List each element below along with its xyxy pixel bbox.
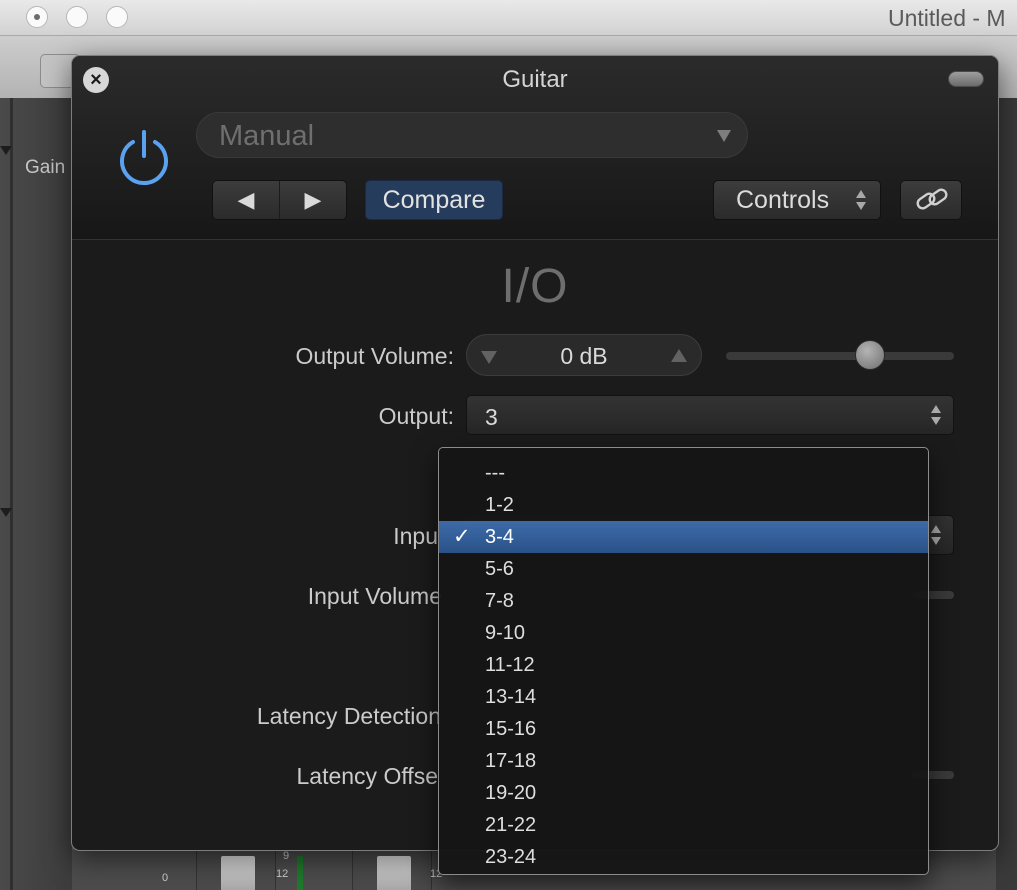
host-minimize-icon[interactable] bbox=[66, 6, 88, 28]
minimize-button[interactable] bbox=[948, 71, 984, 87]
menu-item-label: 11-12 bbox=[485, 654, 535, 676]
link-button[interactable] bbox=[900, 180, 962, 220]
menu-item[interactable]: 5-6 bbox=[439, 553, 928, 585]
updown-arrows-icon bbox=[931, 524, 941, 546]
menu-item-label: 17-18 bbox=[485, 750, 537, 772]
link-icon bbox=[916, 188, 948, 210]
updown-arrows-icon bbox=[931, 404, 941, 426]
host-channel-strip bbox=[196, 850, 303, 890]
menu-item-label: 1-2 bbox=[485, 494, 514, 516]
menu-item[interactable]: 21-22 bbox=[439, 809, 928, 841]
menu-item[interactable]: ✓ 3-4 bbox=[439, 521, 928, 553]
input-volume-label: Input Volume bbox=[307, 583, 442, 609]
menu-item-label: 3-4 bbox=[485, 526, 514, 548]
preset-value: Manual bbox=[219, 120, 315, 152]
host-gain-label: Gain bbox=[25, 157, 66, 178]
host-meter-scale: 0 bbox=[162, 872, 169, 884]
section-title: I/O bbox=[501, 260, 569, 313]
preset-nav: ◀ ▶ bbox=[212, 180, 347, 220]
preset-menu[interactable]: Manual bbox=[196, 112, 748, 158]
power-icon[interactable] bbox=[114, 126, 174, 186]
menu-item[interactable]: 13-14 bbox=[439, 681, 928, 713]
output-volume-slider-knob[interactable] bbox=[854, 340, 885, 370]
host-window-title: Untitled - M bbox=[888, 5, 1006, 31]
latency-offset-label: Latency Offse bbox=[296, 763, 439, 789]
host-disclosure-icon[interactable] bbox=[0, 146, 12, 155]
output-value: 3 bbox=[485, 404, 498, 430]
chevron-down-icon bbox=[717, 130, 731, 142]
host-left-panel bbox=[0, 98, 72, 890]
menu-item-label: 21-22 bbox=[485, 814, 537, 836]
menu-item-label: 9-10 bbox=[485, 622, 526, 644]
compare-button[interactable]: Compare bbox=[365, 180, 503, 220]
updown-arrows-icon bbox=[856, 189, 866, 211]
output-volume-value: 0 dB bbox=[560, 343, 608, 369]
menu-item-label: 23-24 bbox=[485, 846, 537, 868]
menu-item[interactable]: 17-18 bbox=[439, 745, 928, 777]
host-divider bbox=[10, 98, 13, 890]
host-zoom-icon[interactable] bbox=[106, 6, 128, 28]
checkmark-icon: ✓ bbox=[453, 525, 471, 548]
output-volume-label: Output Volume: bbox=[295, 343, 454, 369]
controls-label: Controls bbox=[736, 186, 830, 214]
host-channel-strip bbox=[352, 850, 432, 890]
menu-item-label: 7-8 bbox=[485, 590, 514, 612]
host-fader-cap[interactable] bbox=[377, 856, 411, 890]
controls-view-menu[interactable]: Controls bbox=[713, 180, 881, 220]
menu-item[interactable]: 23-24 bbox=[439, 841, 928, 873]
menu-item[interactable]: 1-2 bbox=[439, 489, 928, 521]
prev-arrow-icon: ◀ bbox=[237, 187, 255, 212]
output-volume-slider[interactable] bbox=[726, 352, 954, 360]
host-close-icon[interactable] bbox=[26, 6, 48, 28]
host-fader-cap[interactable] bbox=[221, 856, 255, 890]
menu-item-label: 5-6 bbox=[485, 558, 514, 580]
host-meter-scale: 12 bbox=[276, 868, 289, 880]
host-meter bbox=[297, 856, 303, 890]
host-right-panel bbox=[996, 98, 1017, 890]
menu-item[interactable]: 15-16 bbox=[439, 713, 928, 745]
next-preset-button[interactable]: ▶ bbox=[279, 181, 346, 219]
next-arrow-icon: ▶ bbox=[304, 187, 322, 212]
output-volume-stepper[interactable]: 0 dB bbox=[466, 334, 702, 376]
host-titlebar: Untitled - M bbox=[0, 0, 1017, 36]
menu-item[interactable]: 11-12 bbox=[439, 649, 928, 681]
increment-icon[interactable] bbox=[671, 349, 687, 362]
input-label: Inpu bbox=[393, 523, 438, 549]
menu-item[interactable]: --- bbox=[439, 457, 928, 489]
menu-item-label: 13-14 bbox=[485, 686, 537, 708]
menu-item-label: 15-16 bbox=[485, 718, 537, 740]
host-meter-scale: 9 bbox=[283, 850, 290, 862]
output-select[interactable]: 3 bbox=[466, 395, 954, 435]
menu-item[interactable]: 19-20 bbox=[439, 777, 928, 809]
prev-preset-button[interactable]: ◀ bbox=[213, 181, 279, 219]
menu-item-label: 19-20 bbox=[485, 782, 537, 804]
plugin-header: × Guitar Manual ◀ ▶ Compare Controls bbox=[72, 56, 998, 240]
host-disclosure-icon[interactable] bbox=[0, 508, 12, 517]
latency-detection-label: Latency Detection bbox=[256, 703, 441, 729]
plugin-title: Guitar bbox=[502, 66, 568, 93]
input-dropdown-menu: --- 1-2 ✓ 3-4 5-6 7-8 9-10 11-12 13-14 15-16 17-18… bbox=[438, 447, 929, 875]
output-label: Output: bbox=[378, 403, 454, 429]
menu-item-label: --- bbox=[485, 462, 505, 484]
menu-item[interactable]: 9-10 bbox=[439, 617, 928, 649]
menu-item[interactable]: 7-8 bbox=[439, 585, 928, 617]
